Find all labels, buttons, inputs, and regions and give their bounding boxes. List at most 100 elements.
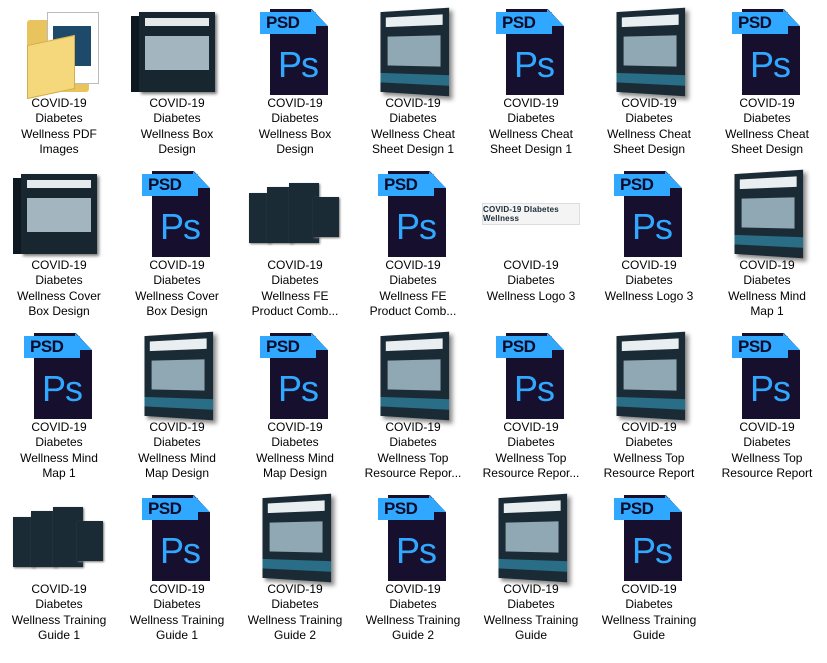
file-item[interactable]: PSD Ps COVID-19 Diabetes Wellness FE Produ… (354, 162, 472, 322)
psd-badge: PSD (24, 336, 80, 358)
file-name-label: COVID-19 Diabetes Wellness Training Guid… (129, 582, 225, 642)
file-name-label: COVID-19 Diabetes Wellness Logo 3 (604, 258, 694, 303)
psd-badge: PSD (142, 498, 198, 520)
file-grid: COVID-19 Diabetes Wellness PDF Images COV… (0, 0, 827, 663)
file-item[interactable]: COVID-19 Diabetes Wellness PDF Images (0, 0, 118, 160)
file-name-label: COVID-19 Diabetes Wellness Top Resource … (603, 420, 695, 480)
file-name-label: COVID-19 Diabetes Wellness Training Guid… (11, 582, 107, 642)
psd-badge: PSD (260, 336, 316, 358)
book-thumbnail (481, 492, 581, 584)
file-name-label: COVID-19 Diabetes Wellness Top Resource … (482, 420, 580, 480)
book-thumbnail (363, 6, 463, 98)
file-name-label: COVID-19 Diabetes Wellness Mind Map Desi… (138, 420, 216, 480)
ps-mark: Ps (514, 44, 555, 85)
combo-thumbnail (245, 168, 345, 260)
book-thumbnail (599, 330, 699, 422)
psd-badge: PSD (732, 336, 788, 358)
file-name-label: COVID-19 Diabetes Wellness Training Guid… (365, 582, 461, 642)
file-name-label: COVID-19 Diabetes Wellness Mind Map 1 (20, 420, 98, 480)
psd-file-icon: PSD Ps (363, 492, 463, 584)
file-item[interactable]: PSD Ps COVID-19 Diabetes Wellness Training… (354, 486, 472, 646)
file-name-label: COVID-19 Diabetes Wellness Top Resource … (364, 420, 462, 480)
ps-mark: Ps (160, 206, 201, 247)
file-item[interactable]: PSD Ps COVID-19 Diabetes Wellness Cheat Sh… (708, 0, 826, 160)
box-thumbnail (9, 168, 109, 260)
psd-file-icon: PSD Ps (245, 6, 345, 98)
file-name-label: COVID-19 Diabetes Wellness Training Guid… (483, 582, 579, 642)
file-item[interactable]: COVID-19 DIabetes Wellness COVID-19 Diabe… (472, 162, 590, 322)
book-thumbnail (127, 330, 227, 422)
file-item[interactable]: PSD Ps COVID-19 Diabetes Wellness Training… (118, 486, 236, 646)
file-name-label: COVID-19 Diabetes Wellness Cheat Sheet D… (725, 96, 809, 156)
ps-mark: Ps (396, 206, 437, 247)
psd-badge: PSD (142, 174, 198, 196)
psd-file-icon: PSD Ps (245, 330, 345, 422)
psd-badge: PSD (378, 498, 434, 520)
psd-file-icon: PSD Ps (363, 168, 463, 260)
file-name-label: COVID-19 Diabetes Wellness Cheat Sheet D… (489, 96, 573, 156)
psd-badge: PSD (260, 12, 316, 34)
file-name-label: COVID-19 Diabetes Wellness Cheat Sheet D… (371, 96, 455, 156)
file-item[interactable]: PSD Ps COVID-19 Diabetes Wellness Mind Map… (0, 324, 118, 484)
file-item[interactable]: COVID-19 Diabetes Wellness Mind Map 1 (708, 162, 826, 322)
psd-file-icon: PSD Ps (599, 492, 699, 584)
file-name-label: COVID-19 Diabetes Wellness Cover Box Des… (135, 258, 219, 318)
file-item[interactable]: COVID-19 Diabetes Wellness Training Guid… (236, 486, 354, 646)
file-item[interactable]: COVID-19 Diabetes Wellness Mind Map Desi… (118, 324, 236, 484)
file-name-label: COVID-19 Diabetes Wellness FE Product Co… (251, 258, 339, 318)
file-name-label: COVID-19 Diabetes Wellness Mind Map Desi… (256, 420, 334, 480)
psd-file-icon: PSD Ps (9, 330, 109, 422)
file-name-label: COVID-19 Diabetes Wellness Logo 3 (486, 258, 576, 303)
psd-badge: PSD (496, 336, 552, 358)
box-thumbnail (127, 6, 227, 98)
psd-file-icon: PSD Ps (599, 168, 699, 260)
file-item[interactable]: COVID-19 Diabetes Wellness Cover Box Des… (0, 162, 118, 322)
ps-mark: Ps (160, 530, 201, 571)
file-item[interactable]: COVID-19 Diabetes Wellness Top Resource … (590, 324, 708, 484)
book-thumbnail (245, 492, 345, 584)
logo-thumbnail: COVID-19 DIabetes Wellness (481, 168, 581, 260)
ps-mark: Ps (632, 530, 673, 571)
psd-badge: PSD (732, 12, 788, 34)
ps-mark: Ps (632, 206, 673, 247)
ps-mark: Ps (278, 44, 319, 85)
file-name-label: COVID-19 Diabetes Wellness Training Guid… (601, 582, 697, 642)
book-thumbnail (717, 168, 817, 260)
file-item[interactable]: PSD Ps COVID-19 Diabetes Wellness Training… (590, 486, 708, 646)
file-name-label: COVID-19 Diabetes Wellness PDF Images (21, 96, 97, 156)
file-item[interactable]: COVID-19 Diabetes Wellness Training Guid… (472, 486, 590, 646)
psd-file-icon: PSD Ps (481, 6, 581, 98)
file-name-label: COVID-19 Diabetes Wellness Mind Map 1 (728, 258, 806, 318)
ps-mark: Ps (750, 44, 791, 85)
file-item[interactable]: PSD Ps COVID-19 Diabetes Wellness Top Reso… (708, 324, 826, 484)
file-item[interactable]: COVID-19 Diabetes Wellness Box Design (118, 0, 236, 160)
file-item[interactable]: PSD Ps COVID-19 Diabetes Wellness Mind Map… (236, 324, 354, 484)
book-thumbnail (363, 330, 463, 422)
file-name-label: COVID-19 Diabetes Wellness Top Resource … (721, 420, 813, 480)
psd-badge: PSD (496, 12, 552, 34)
file-item[interactable]: PSD Ps COVID-19 Diabetes Wellness Cover Bo… (118, 162, 236, 322)
psd-badge: PSD (614, 174, 670, 196)
file-item[interactable]: COVID-19 Diabetes Wellness Training Guid… (0, 486, 118, 646)
ps-mark: Ps (42, 368, 83, 409)
file-name-label: COVID-19 Diabetes Wellness Box Design (140, 96, 214, 156)
combo-thumbnail (9, 492, 109, 584)
logo-text: COVID-19 DIabetes Wellness (482, 203, 580, 225)
psd-file-icon: PSD Ps (717, 6, 817, 98)
psd-file-icon: PSD Ps (717, 330, 817, 422)
file-item[interactable]: COVID-19 Diabetes Wellness Cheat Sheet D… (590, 0, 708, 160)
psd-badge: PSD (378, 174, 434, 196)
ps-mark: Ps (278, 368, 319, 409)
file-item[interactable]: COVID-19 Diabetes Wellness Cheat Sheet D… (354, 0, 472, 160)
file-item[interactable]: COVID-19 Diabetes Wellness FE Product Co… (236, 162, 354, 322)
file-item[interactable]: PSD Ps COVID-19 Diabetes Wellness Cheat Sh… (472, 0, 590, 160)
file-item[interactable]: PSD Ps COVID-19 Diabetes Wellness Box Desi… (236, 0, 354, 160)
file-item[interactable]: PSD Ps COVID-19 Diabetes Wellness Logo 3 (590, 162, 708, 322)
file-item[interactable]: PSD Ps COVID-19 Diabetes Wellness Top Reso… (472, 324, 590, 484)
file-item[interactable]: COVID-19 Diabetes Wellness Top Resource … (354, 324, 472, 484)
psd-file-icon: PSD Ps (481, 330, 581, 422)
ps-mark: Ps (514, 368, 555, 409)
psd-file-icon: PSD Ps (127, 168, 227, 260)
file-name-label: COVID-19 Diabetes Wellness Cover Box Des… (17, 258, 101, 318)
psd-file-icon: PSD Ps (127, 492, 227, 584)
